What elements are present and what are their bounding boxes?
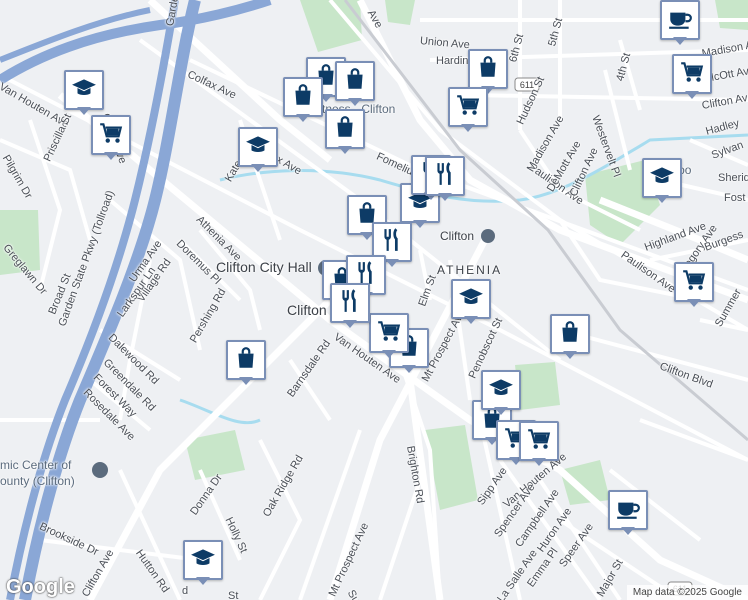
grocery-marker[interactable] [674, 262, 714, 308]
park-area [715, 0, 748, 30]
cafe-marker[interactable] [660, 0, 700, 46]
shopping-bag-icon [290, 82, 316, 113]
school-marker[interactable] [238, 127, 278, 173]
shopping-marker[interactable] [283, 77, 323, 123]
shopping-bag-icon [332, 114, 358, 145]
shopping-cart-icon [526, 426, 552, 457]
shopping-bag-icon [475, 54, 501, 85]
graduation-cap-icon [245, 132, 271, 163]
shopping-cart-icon [681, 267, 707, 298]
fork-knife-icon [432, 161, 458, 192]
restaurant-marker[interactable] [330, 283, 370, 329]
park-area [385, 0, 415, 25]
place-of-worship-icon[interactable] [92, 462, 108, 478]
grocery-marker[interactable] [672, 54, 712, 100]
fork-knife-icon [337, 288, 363, 319]
school-marker[interactable] [642, 158, 682, 204]
street-label: Sherid [718, 172, 748, 184]
train-station-icon[interactable] [481, 229, 495, 243]
map-attribution[interactable]: Map data ©2025 Google [626, 585, 748, 600]
school-marker[interactable] [481, 370, 521, 416]
cafe-marker[interactable] [608, 490, 648, 536]
fork-knife-icon [379, 227, 405, 258]
shopping-bag-icon [342, 66, 368, 97]
park-area [515, 362, 560, 410]
city-label: Clifton [287, 302, 327, 318]
graduation-cap-icon [71, 75, 97, 106]
poi-label: ounty (Clifton) [0, 474, 75, 488]
graduation-cap-icon [649, 163, 675, 194]
shopping-cart-icon [98, 120, 124, 151]
restaurant-marker[interactable] [425, 156, 465, 202]
graduation-cap-icon [190, 545, 216, 576]
park-area [560, 460, 610, 505]
street-label: d [182, 585, 189, 597]
grocery-marker[interactable] [448, 87, 488, 133]
school-marker[interactable] [451, 279, 491, 325]
city-hall-label: Clifton City Hall [216, 259, 312, 275]
graduation-cap-icon [488, 375, 514, 406]
coffee-cup-icon [615, 495, 641, 526]
street-label: Fost [724, 192, 746, 204]
google-logo: Google [6, 576, 75, 598]
grocery-marker[interactable] [91, 115, 131, 161]
shopping-cart-icon [376, 318, 402, 349]
graduation-cap-icon [458, 284, 484, 315]
shopping-marker[interactable] [226, 340, 266, 386]
school-marker[interactable] [183, 540, 223, 586]
street-label: St [228, 590, 239, 600]
neighborhood-label: ATHENIA [437, 263, 503, 277]
shopping-marker[interactable] [550, 314, 590, 360]
shopping-bag-icon [233, 345, 259, 376]
shopping-marker[interactable] [335, 61, 375, 107]
shopping-bag-icon [557, 319, 583, 350]
station-label: Clifton [440, 229, 475, 243]
poi-label: mic Center of [0, 458, 72, 472]
map-canvas[interactable]: 611 611 Garden Garden State Pkwy (Tollro… [0, 0, 748, 600]
school-marker[interactable] [64, 70, 104, 116]
shopping-cart-icon [455, 92, 481, 123]
coffee-cup-icon [667, 5, 693, 36]
shopping-cart-icon [679, 59, 705, 90]
grocery-marker[interactable] [369, 313, 409, 359]
shopping-marker[interactable] [325, 109, 365, 155]
grocery-marker[interactable] [519, 421, 559, 467]
